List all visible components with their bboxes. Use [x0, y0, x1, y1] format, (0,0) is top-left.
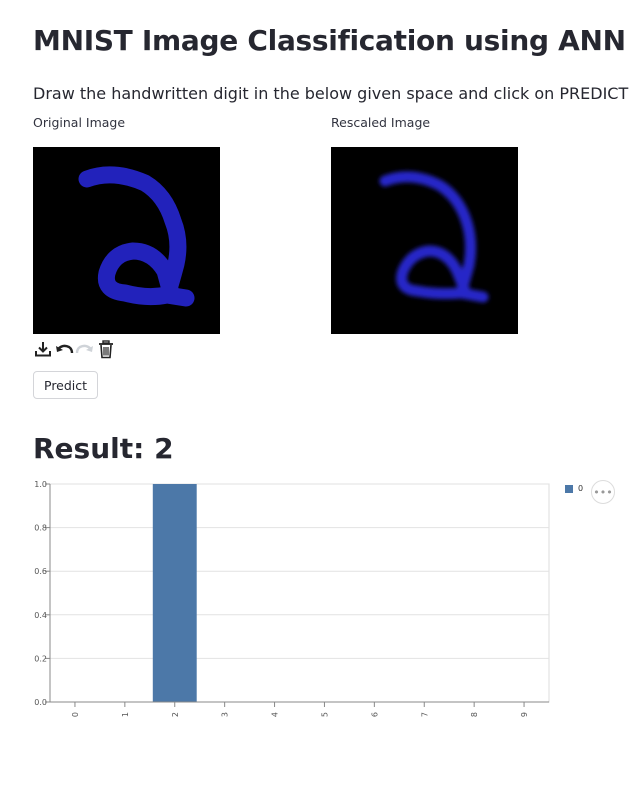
- y-tick-label: 1.0: [34, 480, 47, 489]
- download-icon[interactable]: [33, 339, 53, 359]
- instructions-text: Draw the handwritten digit in the below …: [33, 84, 629, 103]
- x-tick-label: 1: [121, 712, 130, 717]
- more-options-icon: •••: [593, 485, 613, 499]
- drawn-digit-stroke: [78, 166, 195, 307]
- legend-swatch: [565, 484, 573, 493]
- trash-icon[interactable]: [96, 339, 116, 359]
- y-tick-label: 0.0: [34, 698, 47, 707]
- x-tick-label: 8: [470, 712, 479, 717]
- x-tick-label: 0: [71, 712, 80, 717]
- chart-actions-menu[interactable]: •••: [591, 480, 615, 504]
- chart-legend: 0: [565, 484, 583, 493]
- x-tick-label: 6: [370, 712, 379, 717]
- predict-button[interactable]: Predict: [33, 371, 99, 399]
- y-tick-label: 0.8: [34, 524, 47, 533]
- y-tick-label: 0.6: [34, 567, 47, 576]
- x-tick-label: 4: [271, 712, 280, 717]
- result-heading: Result: 2: [33, 432, 174, 465]
- x-tick-label: 2: [171, 712, 180, 717]
- legend-label: 0: [578, 484, 584, 493]
- prediction-chart: 0.0 0.2 0.4 0.6 0.8 1.0 0 1 2 3 4 5 6 7 8 9: [34, 480, 550, 717]
- x-tick-label: 5: [320, 712, 329, 717]
- x-tick-label: 9: [520, 712, 529, 717]
- original-image-label: Original Image: [33, 115, 126, 130]
- undo-icon[interactable]: [54, 339, 74, 359]
- canvas-toolbar: [33, 338, 116, 360]
- rescaled-image-label: Rescaled Image: [331, 115, 431, 130]
- x-tick-label: 3: [221, 712, 230, 717]
- bar-2: [152, 484, 197, 702]
- drawing-canvas[interactable]: [33, 147, 220, 334]
- y-tick-label: 0.4: [34, 611, 47, 620]
- plot-area: [49, 483, 550, 703]
- rescaled-image: [331, 147, 518, 334]
- page-title: MNIST Image Classification using ANN: [33, 24, 626, 57]
- redo-icon[interactable]: [75, 339, 95, 359]
- x-tick-label: 7: [420, 712, 429, 717]
- y-tick-label: 0.2: [34, 654, 47, 663]
